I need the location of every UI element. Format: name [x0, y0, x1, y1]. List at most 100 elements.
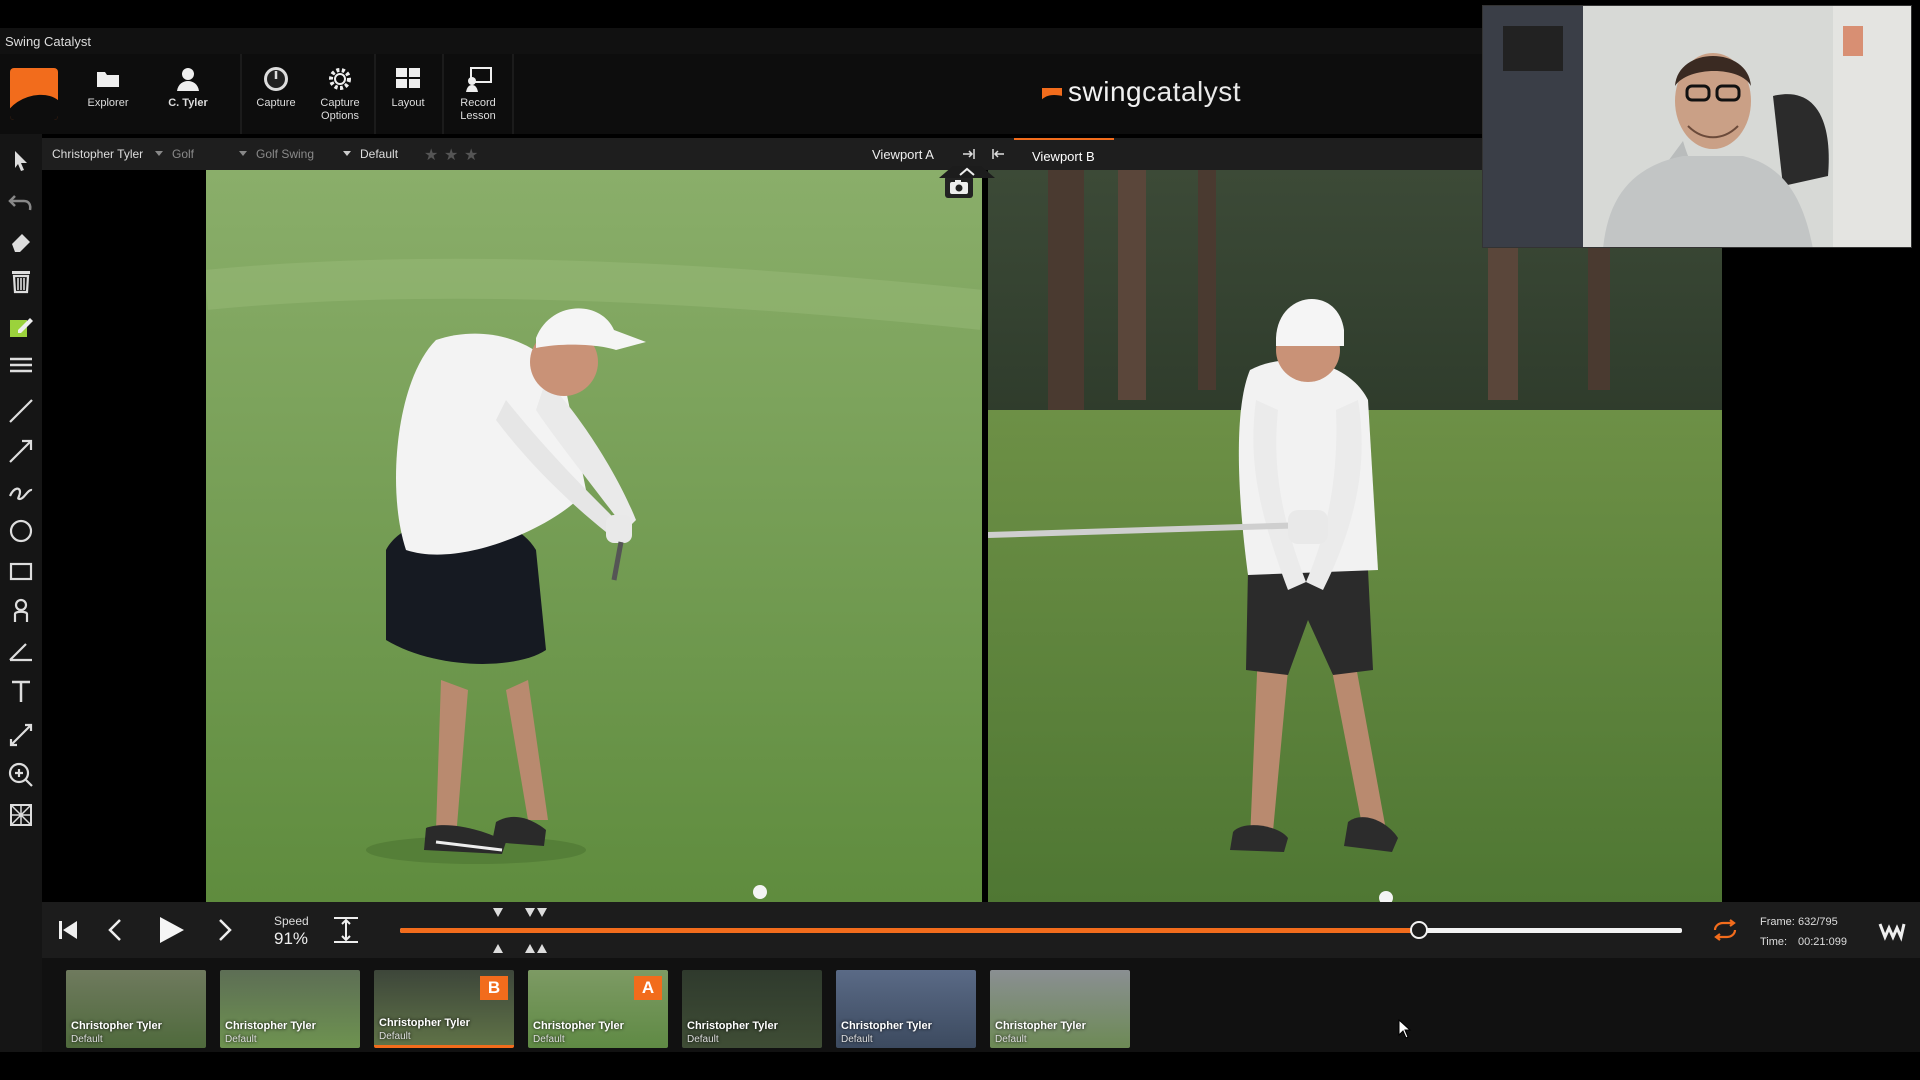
- marker-up[interactable]: [537, 944, 547, 953]
- record-lesson-icon: [466, 67, 492, 92]
- title-bar: Swing Catalyst: [0, 28, 1485, 54]
- loop-icon[interactable]: [1710, 916, 1740, 944]
- marker-up[interactable]: [493, 944, 503, 953]
- note-icon: [10, 318, 33, 337]
- bottom-bar: [0, 1052, 1920, 1080]
- user-button[interactable]: C. Tyler: [160, 60, 216, 130]
- sport-select[interactable]: Golf: [172, 147, 194, 161]
- presenter-video: [1483, 6, 1911, 247]
- gear-icon: [329, 68, 351, 90]
- layout-button[interactable]: Layout: [380, 60, 436, 130]
- frame-info: Frame: 632/795 Time: 00:21:099: [1760, 916, 1847, 948]
- undo-tool[interactable]: [6, 186, 36, 216]
- app-logo[interactable]: [10, 68, 58, 120]
- timeline-scrubber[interactable]: [1410, 921, 1429, 939]
- ribbon-divider: [240, 54, 242, 134]
- viewport-b-header: Viewport B: [985, 138, 1485, 170]
- chevron-down-icon[interactable]: [343, 151, 351, 156]
- trim-range-icon[interactable]: [328, 912, 364, 948]
- eraser-icon: [12, 234, 30, 252]
- delete-tool[interactable]: [6, 266, 36, 296]
- explorer-button[interactable]: Explorer: [80, 60, 136, 130]
- folder-icon: [97, 72, 119, 87]
- arrow-icon: [9, 439, 33, 463]
- swing-wave-icon[interactable]: [1878, 918, 1906, 942]
- eraser-tool[interactable]: [6, 226, 36, 256]
- camera-icon: [950, 180, 968, 194]
- golf-swing-video-b: [988, 170, 1722, 902]
- chevron-up-icon[interactable]: [939, 164, 995, 178]
- transport-bar: Speed 91% Frame: 632/795 Time: 00:21:099: [42, 902, 1920, 958]
- line-icon: [9, 399, 33, 423]
- clip-thumbnail[interactable]: Christopher Tyler Default: [682, 970, 822, 1048]
- swap-right-icon[interactable]: [962, 147, 976, 161]
- clip-thumbnail[interactable]: Christopher Tyler Default: [66, 970, 206, 1048]
- athlete-select[interactable]: Christopher Tyler: [52, 147, 143, 161]
- marker-down[interactable]: [493, 908, 503, 917]
- mouse-cursor-icon: [1398, 1019, 1412, 1039]
- select-arrow-icon: [15, 151, 27, 171]
- clip-thumbnail[interactable]: A Christopher Tyler Default: [528, 970, 668, 1048]
- speed-label: Speed: [274, 914, 309, 928]
- undo-icon: [8, 195, 32, 211]
- note-tool[interactable]: [6, 312, 36, 342]
- ribbon-divider: [512, 54, 514, 134]
- zoom-tool[interactable]: [6, 760, 36, 790]
- category-select[interactable]: Golf Swing: [256, 147, 314, 161]
- snapshot-button[interactable]: [945, 176, 973, 198]
- select-tool[interactable]: [6, 146, 36, 176]
- speed-value[interactable]: 91%: [274, 929, 308, 949]
- circle-icon: [9, 519, 33, 543]
- clip-thumbnail[interactable]: Christopher Tyler Default: [836, 970, 976, 1048]
- frame-value: 632/795: [1798, 916, 1838, 928]
- capture-options-button[interactable]: Capture Options: [312, 60, 368, 130]
- text-icon: [12, 680, 30, 702]
- rectangle-tool[interactable]: [6, 556, 36, 586]
- brand-logo-icon: [1040, 88, 1064, 110]
- viewport-a-video[interactable]: [42, 170, 985, 902]
- rectangle-icon: [9, 562, 33, 581]
- viewport-b-video[interactable]: [939, 166, 1920, 902]
- trash-icon: [12, 271, 30, 294]
- clip-thumbnail[interactable]: Christopher Tyler Default: [990, 970, 1130, 1048]
- layout-grid-icon: [396, 68, 420, 88]
- measure-icon: [9, 723, 33, 747]
- capture-button[interactable]: Capture: [248, 60, 304, 130]
- chevron-down-icon[interactable]: [239, 151, 247, 156]
- swap-left-icon[interactable]: [991, 147, 1005, 161]
- grid-tool[interactable]: [6, 800, 36, 830]
- viewport-b-tab[interactable]: Viewport B: [1014, 138, 1114, 170]
- marker-down[interactable]: [537, 908, 547, 917]
- power-icon: [264, 67, 288, 91]
- play-icon[interactable]: [152, 912, 188, 948]
- viewport-a-label[interactable]: Viewport A: [872, 147, 934, 162]
- clip-thumbnail[interactable]: Christopher Tyler Default: [220, 970, 360, 1048]
- marker-down[interactable]: [525, 908, 535, 917]
- preset-select[interactable]: Default: [360, 147, 398, 161]
- record-lesson-button[interactable]: Record Lesson: [448, 60, 508, 130]
- rating-star-icon[interactable]: ★: [444, 145, 458, 165]
- text-tool[interactable]: [6, 676, 36, 706]
- measure-tool[interactable]: [6, 720, 36, 750]
- next-frame-icon[interactable]: [206, 912, 242, 948]
- brand-wordmark: swingcatalyst: [1068, 76, 1242, 107]
- freehand-tool[interactable]: [6, 476, 36, 506]
- clip-thumbnail[interactable]: B Christopher Tyler Default: [374, 970, 514, 1048]
- grid-icon: [10, 804, 32, 826]
- ribbon-divider: [442, 54, 444, 134]
- user-icon: [177, 68, 199, 91]
- circle-tool[interactable]: [6, 516, 36, 546]
- marker-up[interactable]: [525, 944, 535, 953]
- arrow-tool[interactable]: [6, 436, 36, 466]
- previous-frame-icon[interactable]: [98, 912, 134, 948]
- list-tool[interactable]: [6, 350, 36, 380]
- rating-star-icon[interactable]: ★: [424, 145, 438, 165]
- angle-tool[interactable]: [6, 636, 36, 666]
- chevron-down-icon[interactable]: [155, 151, 163, 156]
- rating-star-icon[interactable]: ★: [464, 145, 478, 165]
- webcam-overlay: [1482, 5, 1912, 248]
- line-tool[interactable]: [6, 396, 36, 426]
- body-tool[interactable]: [6, 596, 36, 626]
- zoom-icon: [8, 762, 33, 787]
- skip-to-start-icon[interactable]: [50, 912, 86, 948]
